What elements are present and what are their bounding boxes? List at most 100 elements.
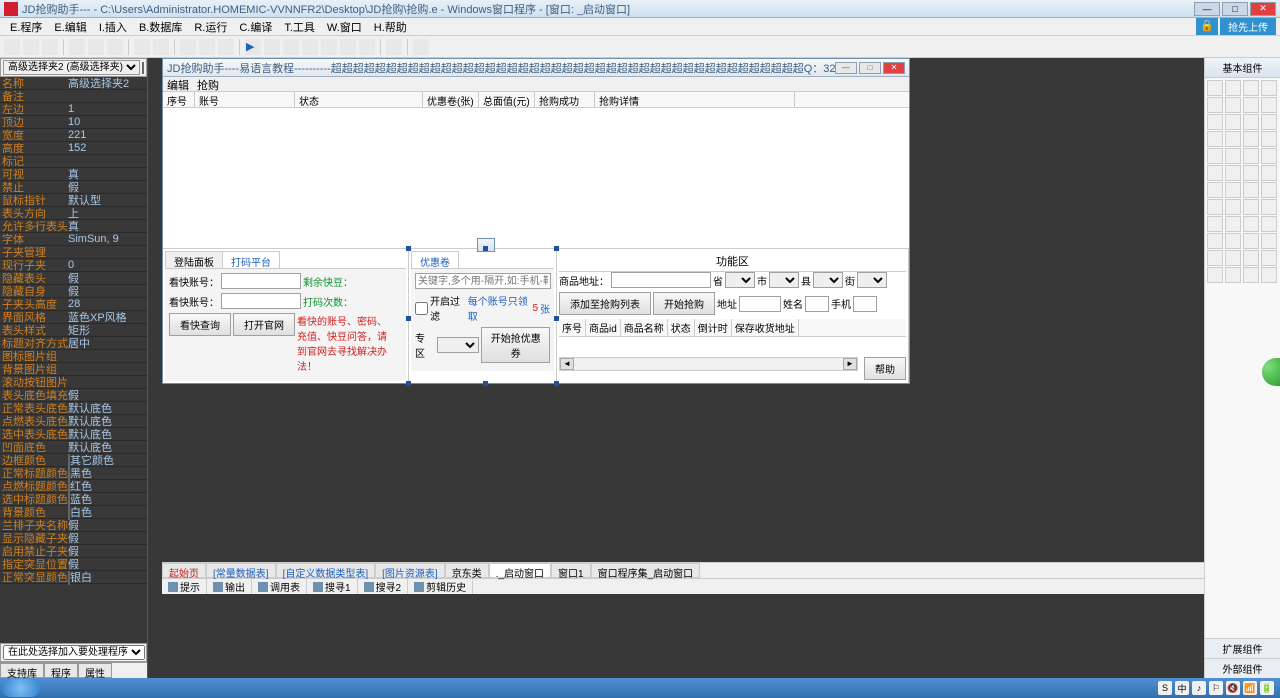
toolbox-item-icon[interactable] — [1261, 165, 1277, 181]
output-tab[interactable]: 调用表 — [252, 579, 307, 594]
toolbox-item-icon[interactable] — [1261, 216, 1277, 232]
btn-open-site[interactable]: 打开官网 — [233, 313, 295, 336]
h-scrollbar[interactable]: ◄ ► — [559, 357, 858, 371]
toolbox-item-icon[interactable] — [1225, 250, 1241, 266]
output-tab[interactable]: 剪辑历史 — [408, 579, 473, 594]
doc-tab[interactable]: [自定义数据类型表] — [276, 563, 376, 578]
menu-edit[interactable]: E.编辑 — [48, 19, 92, 35]
menu-tools[interactable]: T.工具 — [278, 19, 321, 35]
btn-help[interactable]: 帮助 — [864, 357, 906, 380]
toolbox-item-icon[interactable] — [1243, 250, 1259, 266]
input-acc1[interactable] — [221, 273, 301, 289]
toolbox-item-icon[interactable] — [1225, 131, 1241, 147]
menu-database[interactable]: B.数据库 — [133, 19, 188, 35]
toolbox-item-icon[interactable] — [1225, 114, 1241, 130]
doc-tab[interactable]: 窗口1 — [551, 563, 591, 578]
toolbox-item-icon[interactable] — [1225, 182, 1241, 198]
toolbox-item-icon[interactable] — [1207, 233, 1223, 249]
toolbox-item-icon[interactable] — [1207, 250, 1223, 266]
menu-insert[interactable]: I.插入 — [93, 19, 133, 35]
tray-icon[interactable]: 🔇 — [1226, 681, 1240, 695]
menu-window[interactable]: W.窗口 — [321, 19, 368, 35]
tool-grid1-icon[interactable] — [180, 39, 196, 55]
toolbox-item-icon[interactable] — [1243, 97, 1259, 113]
dw-max-icon[interactable]: □ — [859, 62, 881, 74]
btn-start-buy[interactable]: 开始抢购 — [653, 292, 715, 315]
selector-btn-icon[interactable] — [142, 62, 144, 74]
toolbox-item-icon[interactable] — [1243, 216, 1259, 232]
tab-coupon[interactable]: 优惠卷 — [411, 251, 459, 268]
input-keywords[interactable] — [415, 273, 551, 289]
toolbox-item-icon[interactable] — [1243, 182, 1259, 198]
toolbox-item-icon[interactable] — [1225, 165, 1241, 181]
close-button[interactable]: ✕ — [1250, 2, 1276, 16]
toolbox-item-icon[interactable] — [1261, 199, 1277, 215]
toolbox-item-icon[interactable] — [1225, 97, 1241, 113]
func-col[interactable]: 保存收货地址 — [732, 319, 799, 336]
tray-icon[interactable]: 中 — [1175, 681, 1189, 695]
tool-pause-icon[interactable] — [264, 39, 280, 55]
sel-city[interactable] — [769, 272, 799, 288]
tool-cut-icon[interactable] — [69, 39, 85, 55]
list-col[interactable]: 抢购详情 — [595, 92, 795, 107]
list-col[interactable]: 序号 — [163, 92, 195, 107]
toolbox-item-icon[interactable] — [1243, 199, 1259, 215]
btn-add-list[interactable]: 添加至抢购列表 — [559, 292, 651, 315]
toolbox-item-icon[interactable] — [1207, 182, 1223, 198]
func-col[interactable]: 倒计时 — [695, 319, 732, 336]
toolbox-ext[interactable]: 扩展组件 — [1205, 638, 1280, 658]
tool-paste-icon[interactable] — [107, 39, 123, 55]
input-goods-addr[interactable] — [611, 272, 711, 288]
tool-step3-icon[interactable] — [340, 39, 356, 55]
btn-start-coupon[interactable]: 开始抢优惠券 — [481, 327, 550, 363]
dw-min-icon[interactable]: — — [835, 62, 857, 74]
list-col[interactable]: 抢购成功(件) — [535, 92, 595, 107]
tab-login[interactable]: 登陆面板 — [165, 251, 223, 268]
tool-open-icon[interactable] — [23, 39, 39, 55]
tray-icon[interactable]: S — [1158, 681, 1172, 695]
tab-captcha[interactable]: 打码平台 — [222, 251, 280, 268]
cb-filter[interactable] — [415, 302, 428, 315]
proptab-program[interactable]: 程序 — [44, 663, 78, 678]
list-col[interactable]: 总面值(元) — [479, 92, 535, 107]
proptab-support[interactable]: 支持库 — [0, 663, 44, 678]
toolbox-item-icon[interactable] — [1243, 165, 1259, 181]
toolbox-item-icon[interactable] — [1225, 267, 1241, 283]
tool-step4-icon[interactable] — [359, 39, 375, 55]
input-name[interactable] — [805, 296, 829, 312]
toolbox-item-icon[interactable] — [1261, 131, 1277, 147]
toolbox-item-icon[interactable] — [1261, 182, 1277, 198]
upload-button[interactable]: 抢先上传 — [1220, 18, 1276, 35]
toolbox-item-icon[interactable] — [1207, 114, 1223, 130]
toolbox-item-icon[interactable] — [1225, 148, 1241, 164]
toolbox-item-icon[interactable] — [1261, 148, 1277, 164]
tool-book-icon[interactable] — [386, 39, 402, 55]
tool-redo-icon[interactable] — [153, 39, 169, 55]
toolbox-item-icon[interactable] — [1207, 165, 1223, 181]
tray-icon[interactable]: 📶 — [1243, 681, 1257, 695]
list-col[interactable]: 账号 — [195, 92, 295, 107]
input-addr[interactable] — [739, 296, 781, 312]
sel-prov[interactable] — [725, 272, 755, 288]
btn-query[interactable]: 看快查询 — [169, 313, 231, 336]
tool-ext-icon[interactable] — [413, 39, 429, 55]
tool-copy-icon[interactable] — [88, 39, 104, 55]
component-selector[interactable]: 高级选择夹2 (高级选择夹) — [3, 60, 140, 75]
tool-run-icon[interactable]: ▶ — [245, 39, 261, 55]
toolbox-item-icon[interactable] — [1243, 148, 1259, 164]
toolbox-item-icon[interactable] — [1261, 267, 1277, 283]
input-phone[interactable] — [853, 296, 877, 312]
tool-save-icon[interactable] — [42, 39, 58, 55]
prop-row[interactable]: 正常突显颜色银白 — [0, 571, 147, 584]
side-handle-icon[interactable] — [1262, 358, 1280, 386]
toolbox-item-icon[interactable] — [1261, 233, 1277, 249]
doc-tab[interactable]: 京东类 — [445, 563, 489, 578]
tool-undo-icon[interactable] — [134, 39, 150, 55]
func-col[interactable]: 商品id — [586, 319, 621, 336]
toolbox-item-icon[interactable] — [1207, 97, 1223, 113]
toolbox-item-icon[interactable] — [1243, 267, 1259, 283]
output-tab[interactable]: 输出 — [207, 579, 252, 594]
toolbox-item-icon[interactable] — [1261, 250, 1277, 266]
toolbox-item-icon[interactable] — [1207, 131, 1223, 147]
func-col[interactable]: 商品名称 — [621, 319, 668, 336]
